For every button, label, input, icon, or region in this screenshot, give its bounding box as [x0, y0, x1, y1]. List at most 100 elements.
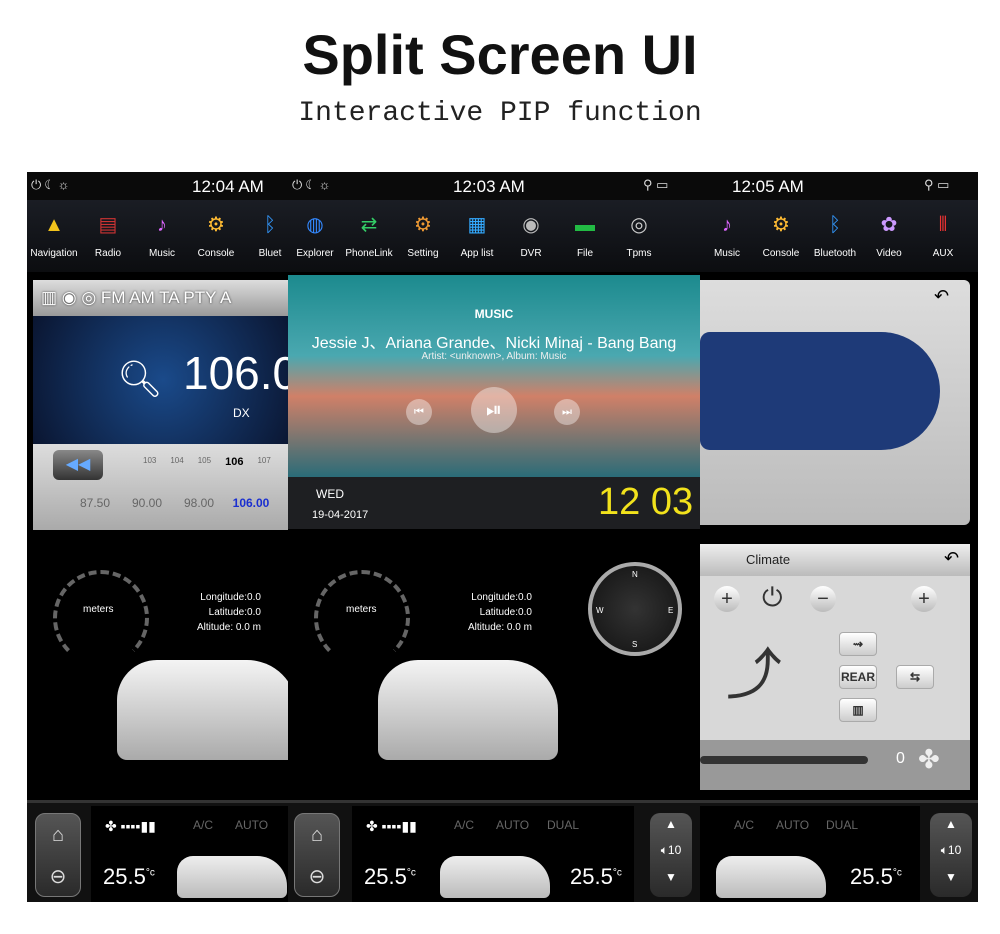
- search-icon[interactable]: 🔍︎: [117, 358, 163, 400]
- power-icon[interactable]: ⏻ ☾ ☼: [292, 177, 331, 193]
- temperature-right[interactable]: 25.5°c: [850, 864, 902, 890]
- auto-label[interactable]: AUTO: [235, 818, 268, 832]
- back-button[interactable]: ⊖: [295, 856, 339, 898]
- gauge-label: meters: [83, 604, 114, 615]
- app-console[interactable]: ⚙ Console: [189, 200, 243, 272]
- music-header: MUSIC: [474, 307, 514, 321]
- auto-label[interactable]: AUTO: [776, 818, 809, 832]
- compass: NESW: [588, 562, 682, 656]
- head-unit-screen: ⏻ ☾ ☼ 12:04 AM ▲ Navigation ▤ Radio ♪ Music ⚙ C…: [27, 172, 978, 902]
- app-bar: ◍ Explorer ⇄ PhoneLink ⚙ Setting ▦ App list ◉ DVR…: [288, 200, 700, 272]
- fan-bar: 0 ✤: [700, 740, 970, 790]
- power-button[interactable]: ⏻: [762, 582, 783, 614]
- tuner-scale[interactable]: 103 104 105 106 107: [143, 456, 271, 468]
- panel-left: ⏻ ☾ ☼ 12:04 AM ▲ Navigation ▤ Radio ♪ Music ⚙ C…: [27, 172, 288, 902]
- ac-label[interactable]: A/C: [734, 818, 754, 832]
- app-bluet[interactable]: ᛒ Bluet: [243, 200, 288, 272]
- music-widget[interactable]: MUSIC Jessie J、Ariana Grande、Nicki Minaj…: [288, 275, 700, 477]
- preset-button[interactable]: 87.50: [69, 496, 121, 510]
- airflow-mode-button[interactable]: ⇝: [839, 632, 877, 656]
- status-bar: 12:05 AM ⚲ ▭: [700, 172, 978, 200]
- climate-title: Climate: [746, 552, 791, 567]
- app-file[interactable]: ▬ File: [558, 200, 612, 272]
- app-navigation[interactable]: ▲ Navigation: [27, 200, 81, 272]
- date: 19-04-2017: [312, 509, 369, 521]
- app-label: File: [576, 248, 594, 259]
- car-image: [117, 660, 288, 760]
- phonelink-icon: ⇄: [360, 214, 378, 236]
- app-app-list[interactable]: ▦ App list: [450, 200, 504, 272]
- grid-icon: ▦: [467, 214, 487, 236]
- preset-button[interactable]: 98.00: [173, 496, 225, 510]
- dual-label[interactable]: DUAL: [826, 818, 858, 832]
- app-bar: ♪ Music ⚙ Console ᛒ Bluetooth ✿ Video ⫴ AUX: [700, 200, 978, 272]
- preset-button[interactable]: 106.00: [225, 496, 277, 510]
- app-music[interactable]: ♪ Music: [135, 200, 189, 272]
- dual-label[interactable]: DUAL: [547, 818, 579, 832]
- fan-slider[interactable]: [700, 756, 868, 764]
- eq-icon[interactable]: ▥ ◉ ◎: [41, 288, 101, 307]
- app-setting[interactable]: ⚙ Setting: [396, 200, 450, 272]
- app-label: Tpms: [626, 248, 652, 259]
- status-time: 12:04 AM: [192, 177, 264, 196]
- climate-panel: Climate ↶ + ⏻ − + ⤴ ⇝ REAR ▥ ⇆ 0 ✤: [700, 544, 970, 790]
- volume-control[interactable]: ▲ 🔈︎10 ▼: [930, 813, 972, 897]
- climate-header: Climate ↶: [700, 544, 970, 576]
- preset-button[interactable]: 90.00: [121, 496, 173, 510]
- app-label: Bluetooth: [813, 248, 857, 259]
- home-button[interactable]: ⌂: [295, 814, 339, 856]
- climate-display: ✤ ▪▪▪▪▮▮ A/C AUTO DUAL 25.5°c 25.5°c: [352, 806, 634, 902]
- track-meta: Artist: <unknown>, Album: Music: [421, 351, 567, 362]
- volume-up-button[interactable]: ▲: [930, 813, 972, 831]
- rear-button[interactable]: REAR: [839, 665, 877, 689]
- app-aux[interactable]: ⫴ AUX: [916, 200, 970, 272]
- recirculation-button[interactable]: ⇆: [896, 665, 934, 689]
- bluetooth-icon: ᛒ: [264, 214, 276, 236]
- seek-back-button[interactable]: ◀◀: [53, 450, 103, 480]
- plus-button-right[interactable]: +: [911, 586, 937, 612]
- app-radio[interactable]: ▤ Radio: [81, 200, 135, 272]
- app-dvr[interactable]: ◉ DVR: [504, 200, 558, 272]
- radio-bands[interactable]: FM AM TA PTY A: [101, 288, 231, 307]
- back-icon[interactable]: ↶: [934, 286, 949, 307]
- temperature[interactable]: 25.5°c: [103, 864, 155, 890]
- back-icon[interactable]: ↶: [944, 548, 959, 569]
- app-tpms[interactable]: ◎ Tpms: [612, 200, 666, 272]
- app-phonelink[interactable]: ⇄ PhoneLink: [342, 200, 396, 272]
- page-title: Split Screen UI: [302, 23, 698, 86]
- prev-button[interactable]: ⏮: [406, 399, 432, 425]
- app-video[interactable]: ✿ Video: [862, 200, 916, 272]
- speed-gauge: [314, 570, 410, 666]
- back-button[interactable]: ⊖: [36, 856, 80, 898]
- ac-label[interactable]: A/C: [193, 818, 213, 832]
- volume-down-button[interactable]: ▼: [650, 870, 692, 884]
- app-bluetooth[interactable]: ᛒ Bluetooth: [808, 200, 862, 272]
- app-console[interactable]: ⚙ Console: [754, 200, 808, 272]
- globe-icon: ◍: [306, 214, 324, 236]
- volume-down-button[interactable]: ▼: [930, 870, 972, 884]
- gauge-label: meters: [346, 604, 377, 615]
- temperature-left[interactable]: 25.5°c: [364, 864, 416, 890]
- app-music[interactable]: ♪ Music: [700, 200, 754, 272]
- bluetooth-icon: ᛒ: [829, 214, 841, 236]
- volume-up-button[interactable]: ▲: [650, 813, 692, 831]
- ac-label[interactable]: A/C: [454, 818, 474, 832]
- volume-control[interactable]: ▲ 🔈︎10 ▼: [650, 813, 692, 897]
- fan-icon[interactable]: ✤ ▪▪▪▪▮▮: [105, 818, 156, 835]
- next-button[interactable]: ⏭: [554, 399, 580, 425]
- app-explorer[interactable]: ◍ Explorer: [288, 200, 342, 272]
- preset-list: 87.50 90.00 98.00 106.00: [69, 496, 277, 510]
- airflow-seat-icon[interactable]: ⤴: [726, 630, 782, 711]
- minus-button[interactable]: −: [810, 586, 836, 612]
- auto-label[interactable]: AUTO: [496, 818, 529, 832]
- home-button[interactable]: ⌂: [36, 814, 80, 856]
- app-label: Setting: [407, 248, 439, 259]
- play-pause-button[interactable]: ⏯: [471, 387, 517, 433]
- power-icon[interactable]: ⏻ ☾ ☼: [31, 177, 70, 193]
- temperature-right[interactable]: 25.5°c: [570, 864, 622, 890]
- gps-info: Longitude:0.0 Latitude:0.0 Altitude: 0.0 m: [468, 592, 532, 633]
- rear-defrost-button[interactable]: ▥: [839, 698, 877, 722]
- app-bar: ▲ Navigation ▤ Radio ♪ Music ⚙ Console ᛒ Bluet: [27, 200, 288, 272]
- fan-icon[interactable]: ✤ ▪▪▪▪▮▮: [366, 818, 417, 835]
- plus-button[interactable]: +: [714, 586, 740, 612]
